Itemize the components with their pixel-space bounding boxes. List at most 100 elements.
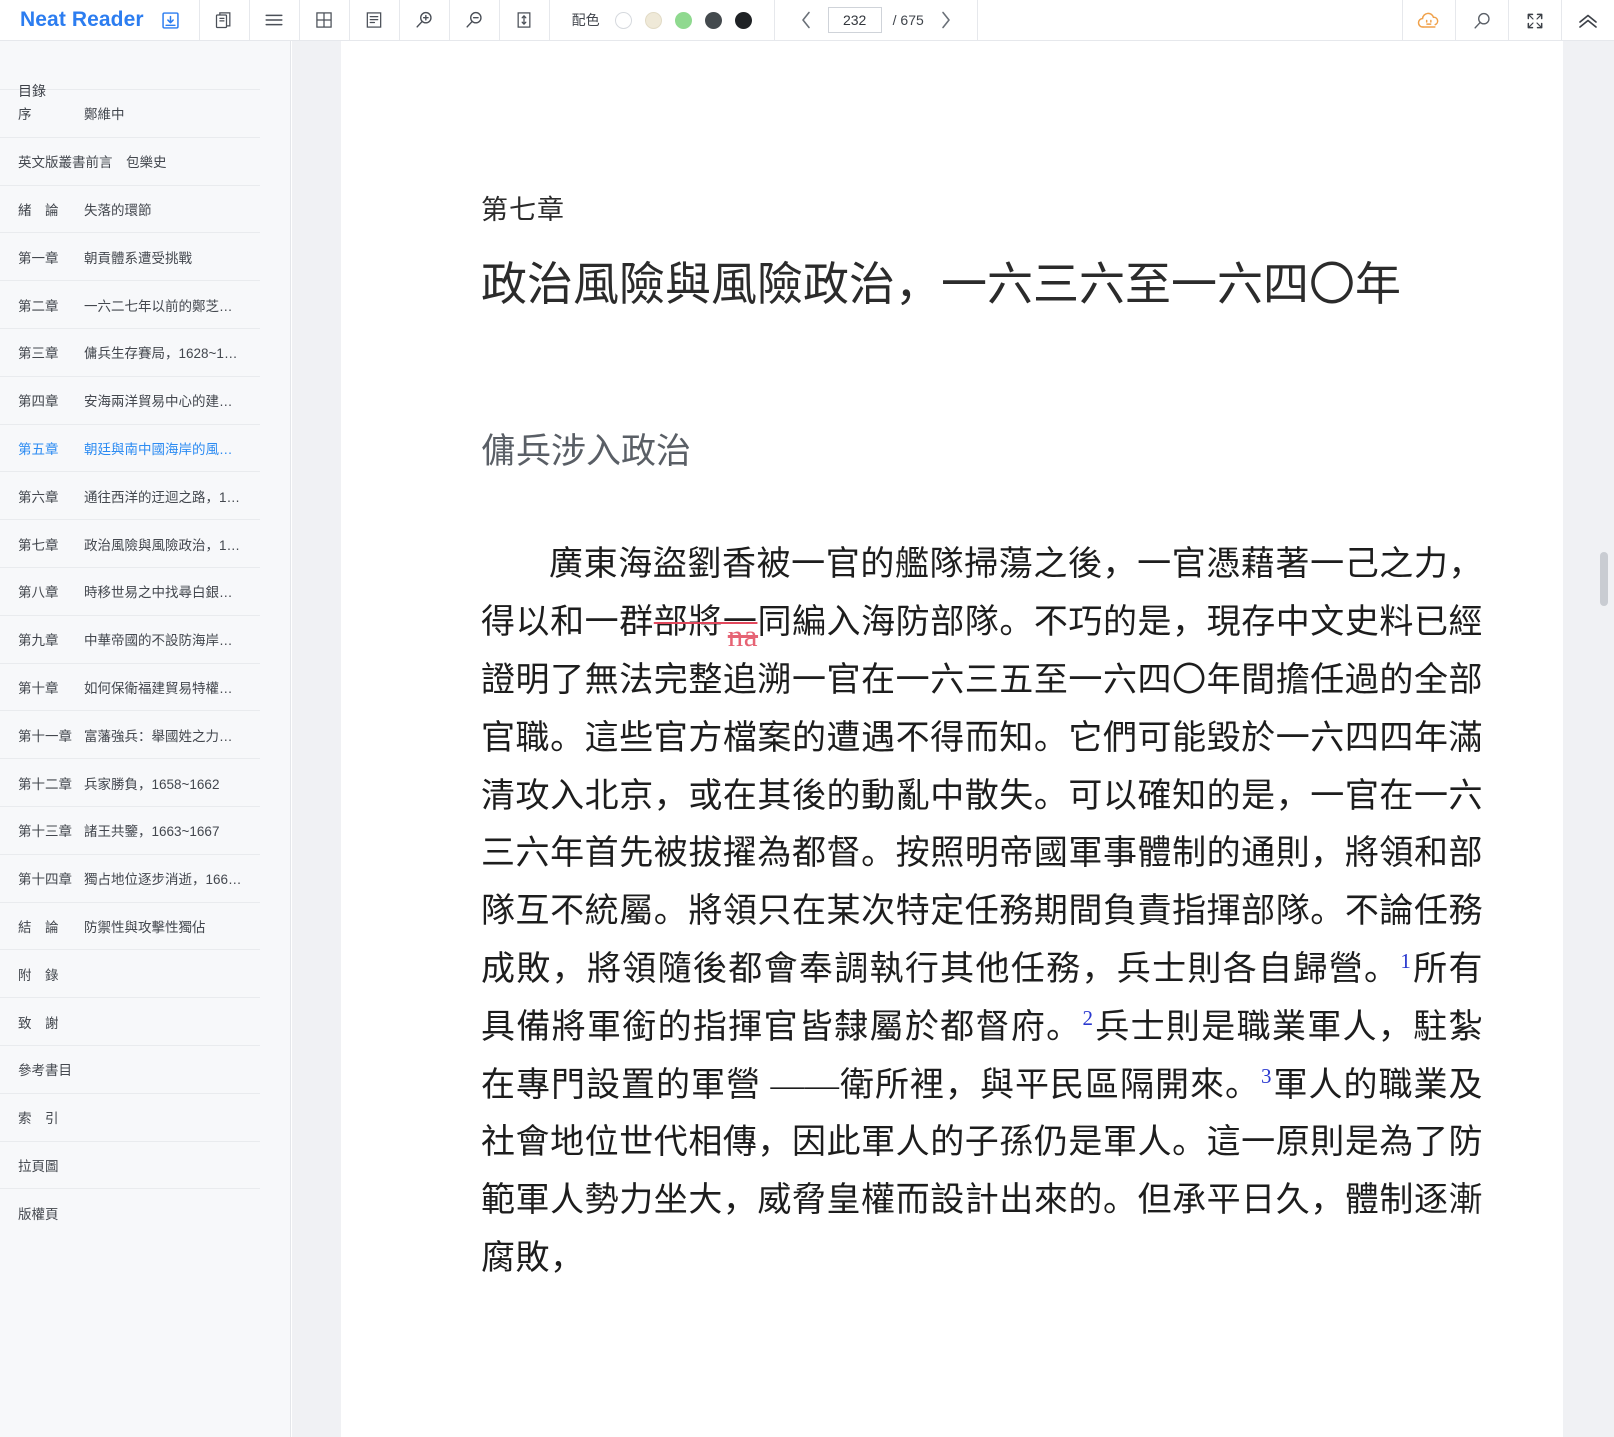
toc-item-number: 第十四章 (18, 872, 72, 888)
toc-item-label: 版權頁 (18, 1206, 59, 1222)
toc-item-label: 諸王共鑒，1663~1667 (84, 824, 220, 840)
toc-item-label: 獨占地位逐步消逝，1669~… (84, 872, 244, 888)
page-layout-icon[interactable] (350, 0, 399, 41)
pagination-group: / 675 (775, 0, 977, 40)
sidebar-item-9[interactable]: 第七章 政治風險與風險政治，163… (0, 519, 260, 567)
sidebar-item-8[interactable]: 第六章 通往西洋的迂迴之路，163… (0, 471, 260, 519)
toc-title: 目錄 (18, 83, 46, 99)
sidebar-item-7[interactable]: 第五章 朝廷與南中國海岸的風暴，… (0, 423, 260, 472)
sidebar-item-3[interactable]: 第一章 朝貢體系遭受挑戰 (0, 232, 260, 280)
copy-book-icon[interactable] (200, 0, 249, 41)
sidebar-item-18[interactable]: 附 錄 (0, 949, 260, 997)
app-brand: Neat Reader (0, 0, 199, 40)
sidebar-item-12[interactable]: 第十章 如何保衛福建貿易特權，1… (0, 662, 260, 711)
line-height-icon[interactable] (500, 0, 549, 41)
sidebar-item-13[interactable]: 第十一章 富藩強兵：舉國姓之力，1… (0, 710, 260, 758)
toc-item-number: 第二章 (18, 298, 59, 314)
toc-item-label: 英文版叢書前言 包樂史 (18, 155, 167, 171)
page-content: 第七章 政治風險與風險政治，一六三六至一六四〇年 傭兵涉入政治 廣東海盜劉香被一… (341, 194, 1563, 1288)
scheme-green-swatch[interactable] (674, 11, 692, 29)
toc-item-label: 朝貢體系遭受挑戰 (84, 250, 192, 266)
sidebar-item-19[interactable]: 致 謝 (0, 997, 260, 1045)
sidebar-item-21[interactable]: 索 引 (0, 1092, 260, 1141)
toc-item-number: 致 謝 (18, 1015, 59, 1031)
toc-item-label: 拉頁圖 (18, 1158, 59, 1174)
next-page-button[interactable] (935, 5, 957, 35)
color-scheme-group: 配色 (550, 0, 774, 40)
list-view-icon[interactable] (250, 0, 299, 41)
chapter-number: 第七章 (481, 195, 565, 225)
body-paragraph: 廣東海盜劉香被一官的艦隊掃蕩之後，一官憑藉著一己之力，得以和一群部將一 na 同編入… (481, 536, 1483, 1287)
toc-item-number: 結 論 (18, 919, 59, 935)
paragraph-segment-2: 同編入海防部隊。不巧的是，現存中文史料已經證明了無法完整追溯一官在一六三五至一六… (481, 604, 1484, 988)
reader-pane: 第七章 政治風險與風險政治，一六三六至一六四〇年 傭兵涉入政治 廣東海盜劉香被一… (292, 41, 1614, 1437)
sidebar-item-2[interactable]: 緒 論 失落的環節 (0, 184, 260, 233)
sidebar-item-5[interactable]: 第三章 傭兵生存賽局，1628~1631 (0, 327, 260, 376)
scheme-dark-gray-swatch[interactable] (704, 11, 722, 29)
footnote-ref-3[interactable]: 3 (1260, 1064, 1273, 1088)
vertical-scrollbar-track[interactable] (1594, 82, 1614, 1437)
grid-view-icon[interactable] (300, 0, 349, 41)
sidebar-item-15[interactable]: 第十三章 諸王共鑒，1663~1667 (0, 805, 260, 854)
book-page: 第七章 政治風險與風險政治，一六三六至一六四〇年 傭兵涉入政治 廣東海盜劉香被一… (341, 41, 1563, 1437)
toc-item-label: 朝廷與南中國海岸的風暴，… (84, 441, 244, 457)
toc-item-number: 第六章 (18, 489, 59, 505)
prev-page-button[interactable] (795, 5, 817, 35)
footnote-ref-2[interactable]: 2 (1081, 1006, 1094, 1030)
sidebar-item-10[interactable]: 第八章 時移世易之中找尋白銀，1… (0, 566, 260, 615)
toc-item-label: 鄭維中 (84, 107, 125, 123)
toc-item-number: 第五章 (18, 441, 59, 457)
zoom-in-icon[interactable] (400, 0, 449, 41)
scheme-black-swatch[interactable] (734, 11, 752, 29)
toc-item-number: 緒 論 (18, 202, 59, 218)
toc-item-number: 附 錄 (18, 967, 59, 983)
section-heading: 傭兵涉入政治 (481, 431, 692, 471)
app-title: Neat Reader (20, 8, 144, 31)
toc-item-number: 索 引 (18, 1111, 59, 1127)
sidebar-item-14[interactable]: 第十二章 兵家勝負，1658~1662 (0, 758, 260, 806)
toc-item-number: 第十二章 (18, 776, 72, 792)
sidebar-item-1[interactable]: 英文版叢書前言 包樂史 (0, 136, 260, 185)
cloud-sync-icon[interactable] (1403, 0, 1455, 41)
sidebar-item-20[interactable]: 參考書目 (0, 1044, 260, 1093)
toc-item-label: 兵家勝負，1658~1662 (84, 776, 220, 792)
toc-item-number: 第十章 (18, 680, 59, 696)
vertical-scrollbar-thumb[interactable] (1600, 552, 1608, 606)
sidebar-item-6[interactable]: 第四章 安海兩洋貿易中心的建立，… (0, 375, 260, 424)
page-number-input[interactable] (827, 7, 882, 33)
toc-item-number: 第七章 (18, 537, 59, 553)
toc-item-number: 第四章 (18, 394, 59, 410)
toc-item-number: 第十一章 (18, 728, 72, 744)
save-library-icon[interactable] (157, 0, 185, 41)
strikethrough-annotation[interactable]: 部將一 na (653, 604, 758, 653)
sidebar-item-11[interactable]: 第九章 中華帝國的不設防海岸，1… (0, 614, 260, 663)
struck-text: 部將一 (653, 604, 758, 642)
sidebar-item-17[interactable]: 結 論 防禦性與攻擊性獨佔 (0, 901, 260, 950)
search-icon[interactable] (1456, 0, 1508, 41)
sidebar-item-4[interactable]: 第二章 一六二七年以前的鄭芝龍（… (0, 280, 260, 328)
toc-item-label: 一六二七年以前的鄭芝龍（… (84, 298, 244, 314)
toc-item-number: 第十三章 (18, 824, 72, 840)
color-scheme-label: 配色 (571, 12, 600, 28)
toc-item-label: 安海兩洋貿易中心的建立，… (84, 394, 244, 410)
sidebar-item-22[interactable]: 拉頁圖 (0, 1140, 260, 1189)
toc-item-number: 第八章 (18, 585, 59, 601)
toc-item-label: 時移世易之中找尋白銀，1… (84, 585, 244, 601)
toc-item-label: 政治風險與風險政治，163… (84, 537, 244, 553)
sidebar-item-16[interactable]: 第十四章 獨占地位逐步消逝，1669~… (0, 853, 260, 902)
collapse-toolbar-icon[interactable] (1562, 0, 1614, 41)
toc-item-label: 中華帝國的不設防海岸，1… (84, 633, 244, 649)
scheme-sepia-swatch[interactable] (644, 11, 662, 29)
footnote-ref-1[interactable]: 1 (1399, 949, 1412, 973)
scheme-white-swatch[interactable] (614, 11, 632, 29)
top-toolbar: Neat Reader 配色 232 / 675 (0, 0, 1614, 41)
chapter-title: 政治風險與風險政治，一六三六至一六四〇年 (481, 259, 1401, 311)
fullscreen-icon[interactable] (1509, 0, 1561, 41)
table-of-contents-sidebar: 目錄 序 鄭維中 英文版叢書前言 包樂史緒 論 失落的環節 第一章 朝貢體系遭受挑戰 第二章… (0, 41, 291, 1437)
toc-item-label: 防禦性與攻擊性獨佔 (84, 919, 206, 935)
toc-item-number: 第九章 (18, 633, 59, 649)
toolbar-view-group (200, 0, 549, 41)
zoom-out-icon[interactable] (450, 0, 499, 41)
sidebar-item-23[interactable]: 版權頁 (0, 1188, 260, 1236)
